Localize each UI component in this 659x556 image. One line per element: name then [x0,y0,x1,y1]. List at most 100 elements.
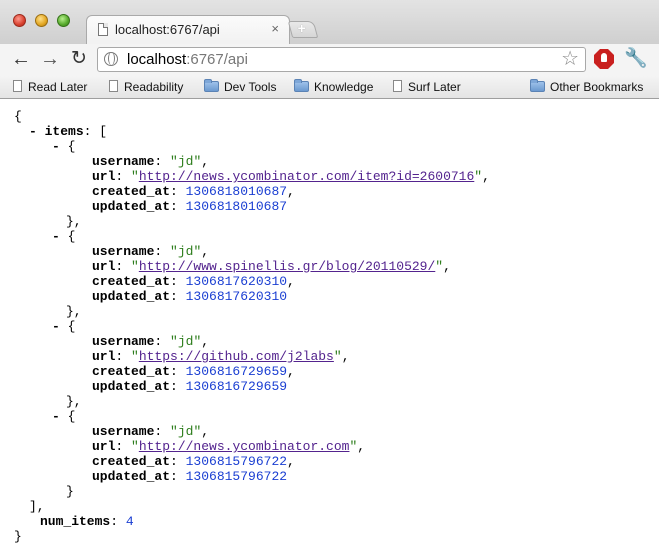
json-row-username: username: "jd", [92,154,210,169]
json-row-username: username: "jd", [92,334,210,349]
bookmark-surf-later[interactable]: Surf Later [393,79,461,95]
json-close-brace: } [14,529,22,544]
forward-button[interactable]: → [38,47,62,71]
collapse-toggle[interactable]: - [52,409,60,424]
json-string-value: "jd" [170,424,202,439]
json-num-items-line: num_items: 4 [40,514,134,529]
collapse-toggle[interactable]: - [29,124,37,139]
bookmark-read-later[interactable]: Read Later [13,79,87,95]
json-row-username: username: "jd", [92,244,210,259]
json-row-url: url: "http://news.ycombinator.com/item?i… [92,169,490,184]
tab-title: localhost:6767/api [115,22,220,37]
wrench-icon[interactable]: 🔧 [624,47,648,71]
json-number-value: 1306818010687 [185,184,288,199]
json-row-created-at: created_at: 1306817620310, [92,274,295,289]
bookmark-label: Surf Later [408,80,461,94]
new-tab-button[interactable]: + [287,20,319,38]
folder-icon [204,79,219,92]
json-row-created-at: created_at: 1306815796722, [92,454,295,469]
json-key: created_at [92,364,171,379]
page-icon [109,80,118,92]
tab-close-icon[interactable]: × [271,21,279,37]
json-key: username [92,244,155,259]
json-key: username [92,334,155,349]
browser-toolbar: ← → ↻ localhost:6767/api ☆ 🔧 [0,44,659,76]
reload-button[interactable]: ↻ [67,47,91,71]
brace: { [67,409,76,424]
json-array-open: [ [99,124,108,139]
back-button[interactable]: ← [9,47,33,71]
minimize-window-button[interactable] [35,14,48,27]
brace: { [67,229,76,244]
url-link[interactable]: http://news.ycombinator.com/item?id=2600… [139,169,474,184]
url-text[interactable]: localhost:6767/api [127,51,248,68]
json-row-updated-at: updated_at: 1306818010687 [92,199,288,214]
collapse-toggle[interactable]: - [52,139,60,154]
brace: { [67,319,76,334]
json-items-line: - items: [ [29,124,108,139]
json-item-open: - { [52,319,75,334]
json-row-url: url: "http://www.spinellis.gr/blog/20110… [92,259,451,274]
username-value: jd [177,154,194,169]
json-row-updated-at: updated_at: 1306815796722 [92,469,288,484]
url-host: localhost [127,51,187,68]
json-key: url [92,259,116,274]
json-number-value: 1306816729659 [185,364,288,379]
url-link[interactable]: http://news.ycombinator.com [139,439,350,454]
zoom-window-button[interactable] [57,14,70,27]
json-string-value: "jd" [170,244,202,259]
json-item-close: }, [66,304,82,319]
bookmark-folder-dev-tools[interactable]: Dev Tools [204,79,276,95]
json-number-value: 1306816729659 [185,379,288,394]
json-row-username: username: "jd", [92,424,210,439]
browser-tab[interactable]: localhost:6767/api × [86,15,290,45]
folder-icon [530,79,545,92]
json-key: url [92,349,116,364]
json-key: updated_at [92,289,171,304]
globe-icon [104,52,118,66]
json-string-value: "jd" [170,154,202,169]
username-value: jd [177,424,194,439]
bookmark-label: Knowledge [314,80,374,94]
json-item-open: - { [52,139,75,154]
json-number-value: 1306815796722 [185,469,288,484]
bookmark-folder-other-bookmarks[interactable]: Other Bookmarks [530,79,643,95]
bookmark-label: Read Later [28,80,88,94]
bookmark-readability[interactable]: Readability [109,79,183,95]
json-number-value: 1306818010687 [185,199,288,214]
json-item-close-last: } [66,484,74,499]
url-link[interactable]: https://github.com/j2labs [139,349,334,364]
json-number-value: 1306817620310 [185,274,288,289]
json-item-open: - { [52,229,75,244]
address-bar[interactable]: localhost:6767/api ☆ [97,47,586,72]
json-key: updated_at [92,379,171,394]
json-key-num-items: num_items [40,514,111,529]
json-row-updated-at: updated_at: 1306816729659 [92,379,288,394]
page-icon [393,80,402,92]
collapse-toggle[interactable]: - [52,229,60,244]
json-key: updated_at [92,199,171,214]
bookmark-folder-knowledge[interactable]: Knowledge [294,79,373,95]
plus-icon: + [297,20,306,36]
collapse-toggle[interactable]: - [52,319,60,334]
username-value: jd [177,334,194,349]
bookmark-label: Other Bookmarks [550,80,644,94]
json-number-value: 1306815796722 [185,454,288,469]
json-key: created_at [92,274,171,289]
json-row-url: url: "http://news.ycombinator.com", [92,439,366,454]
json-row-url: url: "https://github.com/j2labs", [92,349,350,364]
url-link[interactable]: http://www.spinellis.gr/blog/20110529/ [139,259,435,274]
json-row-updated-at: updated_at: 1306817620310 [92,289,288,304]
stop-extension-icon[interactable] [594,49,614,69]
bookmarks-bar: Read Later Readability Dev Tools Knowled… [0,76,659,99]
json-viewer: { - items: [ - { username: "jd", url: "h… [0,99,659,556]
json-item-close: }, [66,394,82,409]
bookmark-star-icon[interactable]: ☆ [561,48,579,71]
url-path: :6767/api [186,51,248,68]
json-row-created-at: created_at: 1306816729659, [92,364,295,379]
close-window-button[interactable] [13,14,26,27]
json-key: username [92,154,155,169]
json-key: created_at [92,184,171,199]
folder-icon [294,79,309,92]
json-key: url [92,169,116,184]
